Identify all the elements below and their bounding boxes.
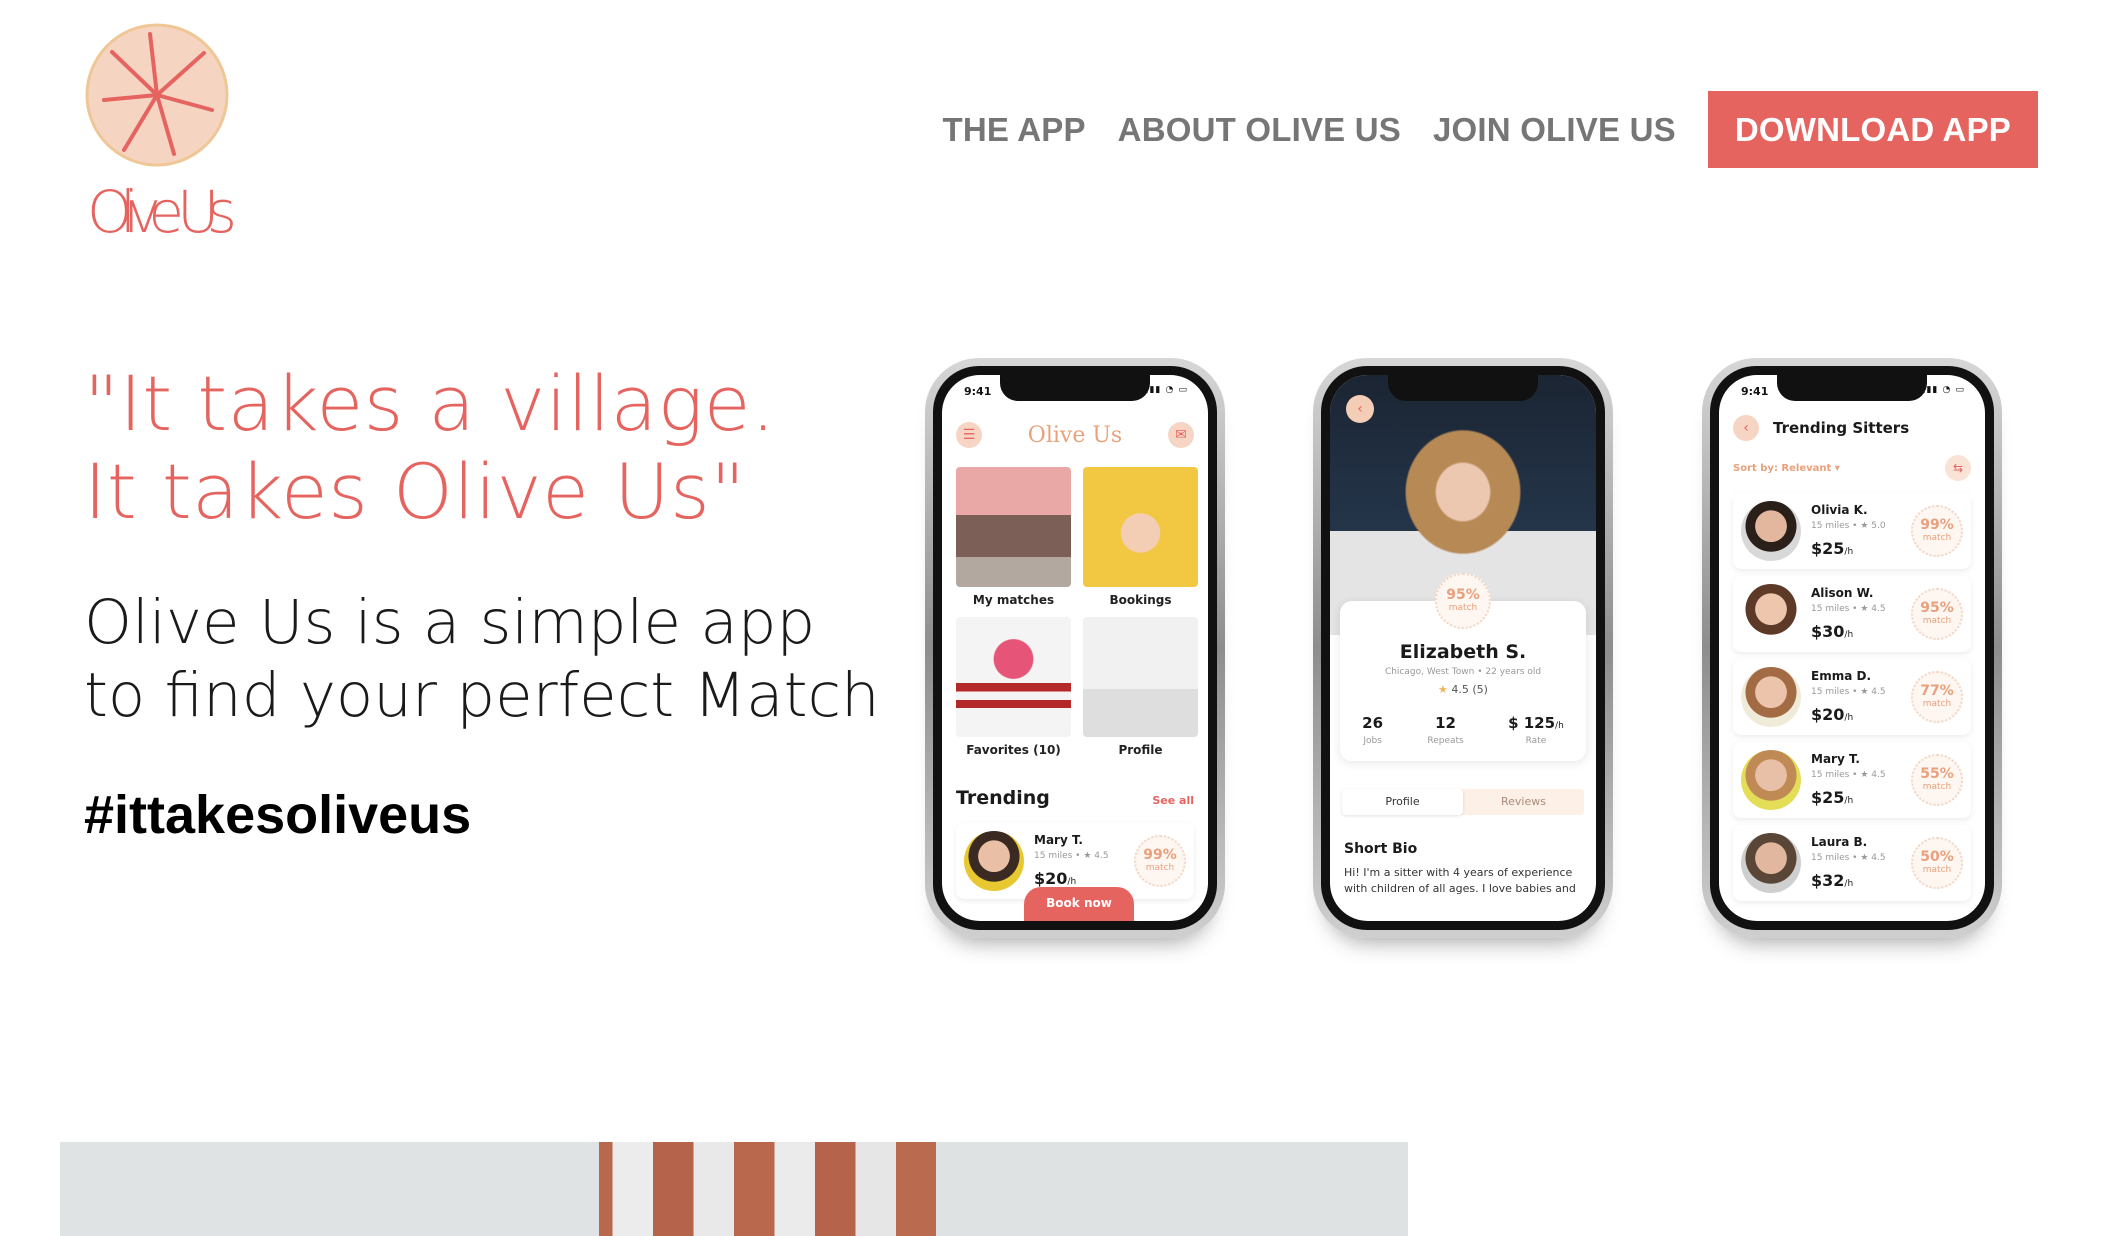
- bio-text: Hi! I'm a sitter with 4 years of experie…: [1344, 866, 1576, 895]
- sitter-price: $32/h: [1811, 871, 1854, 890]
- match-badge: 99% match: [1134, 835, 1186, 887]
- trending-header: Trending See all: [956, 787, 1194, 809]
- sitter-price: $20/h: [1811, 705, 1854, 724]
- nav-about-olive-us[interactable]: ABOUT OLIVE US: [1118, 111, 1401, 149]
- sitter-name: Olivia K.: [1811, 503, 1868, 517]
- phone-notch: [1388, 375, 1538, 401]
- sitter-card[interactable]: Alison W. 15 miles • ★ 4.5 $30/h 95% matc…: [1733, 576, 1971, 652]
- avatar: [1741, 833, 1801, 893]
- phone-notch: [1777, 375, 1927, 401]
- nav-the-app[interactable]: THE APP: [942, 111, 1085, 149]
- tile-label: Favorites (10): [966, 743, 1061, 757]
- avatar: [964, 831, 1024, 891]
- sitter-meta: 15 miles • ★ 4.5: [1811, 770, 1886, 780]
- sitter-meta: 15 miles • ★ 4.5: [1811, 853, 1886, 863]
- sitter-card[interactable]: Emma D. 15 miles • ★ 4.5 $20/h 77% match: [1733, 659, 1971, 735]
- match-badge: 55% match: [1911, 754, 1963, 806]
- app-header: ☰ Olive Us ✉: [956, 415, 1194, 455]
- status-time: 9:41: [1741, 385, 1769, 398]
- profile-location: Chicago, West Town • 22 years old: [1384, 667, 1542, 677]
- sitter-meta: 15 miles • ★ 4.5: [1811, 604, 1886, 614]
- list-title: Trending Sitters: [1773, 419, 1910, 437]
- match-badge: 77% match: [1911, 671, 1963, 723]
- sitter-meta: 15 miles • ★ 4.5: [1811, 687, 1886, 697]
- see-all-link[interactable]: See all: [1152, 794, 1194, 807]
- tile-label: Bookings: [1109, 593, 1172, 607]
- nav-join-olive-us[interactable]: JOIN OLIVE US: [1433, 111, 1676, 149]
- sitter-price: $25/h: [1811, 788, 1854, 807]
- sitter-card[interactable]: Laura B. 15 miles • ★ 4.5 $32/h 50% match: [1733, 825, 1971, 901]
- hero-hashtag: #ittakesoliveus: [84, 785, 472, 845]
- stat-repeats: 12 Repeats: [1427, 714, 1464, 746]
- sitter-price: $25/h: [1811, 539, 1854, 558]
- building-banner-image: [60, 1142, 1408, 1236]
- sitter-meta: 15 miles • ★ 4.5: [1034, 851, 1109, 861]
- profile-rating: ★ 4.5 (5): [1438, 683, 1488, 696]
- sitter-price: $20/h: [1034, 869, 1077, 888]
- sitter-name: Laura B.: [1811, 835, 1868, 849]
- status-time: 9:41: [964, 385, 992, 398]
- match-badge: 95% match: [1435, 573, 1491, 629]
- signal-wifi-battery-icon: ▮▮▮ ◔ ▭: [1920, 385, 1965, 395]
- sitter-card[interactable]: Olivia K. 15 miles • ★ 5.0 $25/h 99% matc…: [1733, 493, 1971, 569]
- profile-name: Elizabeth S.: [1399, 641, 1527, 663]
- tile-profile[interactable]: Profile: [1083, 617, 1198, 757]
- tab-reviews[interactable]: Reviews: [1463, 789, 1584, 815]
- signal-wifi-battery-icon: ▮▮▮ ◔ ▭: [1143, 385, 1188, 395]
- avatar: [1741, 750, 1801, 810]
- sitter-name: Emma D.: [1811, 669, 1871, 683]
- tile-image: [956, 467, 1071, 587]
- avatar: [1741, 584, 1801, 644]
- svg-text:Olive Us: Olive Us: [87, 178, 237, 242]
- avatar: [1741, 667, 1801, 727]
- phone-home-screen: 9:41 ▮▮▮ ◔ ▭ ☰ Olive Us ✉ My matches Boo…: [925, 358, 1225, 938]
- sitter-name: Alison W.: [1811, 586, 1874, 600]
- sitter-name: Mary T.: [1034, 833, 1083, 847]
- tile-favorites[interactable]: Favorites (10): [956, 617, 1071, 757]
- app-screenshots: 9:41 ▮▮▮ ◔ ▭ ☰ Olive Us ✉ My matches Boo…: [890, 350, 2060, 950]
- phone-list-screen: 9:41 ▮▮▮ ◔ ▭ ‹ Trending Sitters Sort by:…: [1702, 358, 2002, 938]
- profile-stats: 26 Jobs 12 Repeats $ 125/h Rate: [1340, 714, 1586, 746]
- match-badge: 99% match: [1911, 505, 1963, 557]
- hero-quote: "It takes a village. It takes Olive Us": [84, 359, 776, 536]
- tile-image: [1083, 467, 1198, 587]
- trending-title: Trending: [956, 787, 1050, 809]
- menu-icon[interactable]: ☰: [956, 422, 982, 448]
- star-icon: ★: [1438, 683, 1448, 696]
- tile-my-matches[interactable]: My matches: [956, 467, 1071, 607]
- sitter-meta: 15 miles • ★ 5.0: [1811, 521, 1886, 531]
- main-nav: THE APP ABOUT OLIVE US JOIN OLIVE US DOW…: [910, 91, 2038, 168]
- tile-label: My matches: [972, 593, 1055, 607]
- phone-notch: [1000, 375, 1150, 401]
- tile-image: [956, 617, 1071, 737]
- back-icon[interactable]: ‹: [1733, 415, 1759, 441]
- list-header: ‹ Trending Sitters: [1733, 413, 1971, 443]
- sitter-card[interactable]: Mary T. 15 miles • ★ 4.5 $25/h 55% match: [1733, 742, 1971, 818]
- phone-profile-screen: ‹ 95% match Elizabeth S. Chicago, West To…: [1313, 358, 1613, 938]
- olive-us-logo[interactable]: Olive Us: [82, 20, 242, 242]
- book-now-button[interactable]: Book now: [1024, 887, 1134, 921]
- tile-label: Profile: [1118, 743, 1163, 757]
- message-icon[interactable]: ✉: [1167, 422, 1194, 448]
- stat-rate: $ 125/h Rate: [1508, 714, 1564, 746]
- app-brand: Olive Us: [1027, 422, 1123, 448]
- match-badge: 95% match: [1911, 588, 1963, 640]
- avatar: [1741, 501, 1801, 561]
- filter-icon[interactable]: ⇆: [1945, 455, 1971, 481]
- sort-dropdown[interactable]: Sort by: Relevant ▾: [1733, 463, 1840, 474]
- stat-jobs: 26 Jobs: [1362, 714, 1384, 746]
- download-app-button[interactable]: DOWNLOAD APP: [1707, 91, 2038, 168]
- hero-tagline: Olive Us is a simple app to find your pe…: [84, 587, 880, 731]
- back-icon[interactable]: ‹: [1346, 395, 1374, 423]
- match-badge: 50% match: [1911, 837, 1963, 889]
- tab-profile[interactable]: Profile: [1342, 789, 1463, 815]
- profile-card: 95% match Elizabeth S. Chicago, West Town…: [1340, 573, 1586, 761]
- bio-title: Short Bio: [1344, 841, 1418, 857]
- tile-bookings[interactable]: Bookings: [1083, 467, 1198, 607]
- sitter-price: $30/h: [1811, 622, 1854, 641]
- tile-image: [1083, 617, 1198, 737]
- sitter-name: Mary T.: [1811, 752, 1860, 766]
- home-tiles: My matches Bookings Favorites (10) Profi…: [956, 467, 1198, 757]
- profile-tabs: Profile Reviews: [1342, 789, 1584, 815]
